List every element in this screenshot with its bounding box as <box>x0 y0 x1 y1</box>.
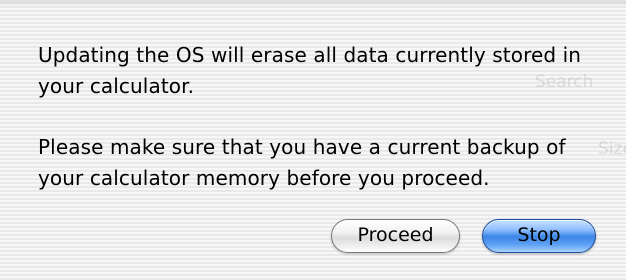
stop-button-label: Stop <box>517 224 561 246</box>
alert-sheet: Search Size Updating the OS will erase a… <box>0 0 626 280</box>
proceed-button[interactable]: Proceed <box>331 219 460 253</box>
alert-message: Updating the OS will erase all data curr… <box>38 40 608 194</box>
proceed-button-label: Proceed <box>357 224 434 246</box>
sheet-top-shadow <box>0 0 626 6</box>
alert-message-warning: Updating the OS will erase all data curr… <box>38 43 582 98</box>
stop-button[interactable]: Stop <box>482 219 596 253</box>
alert-button-row: Proceed Stop <box>0 219 626 255</box>
alert-message-backup-advice: Please make sure that you have a current… <box>38 135 566 190</box>
